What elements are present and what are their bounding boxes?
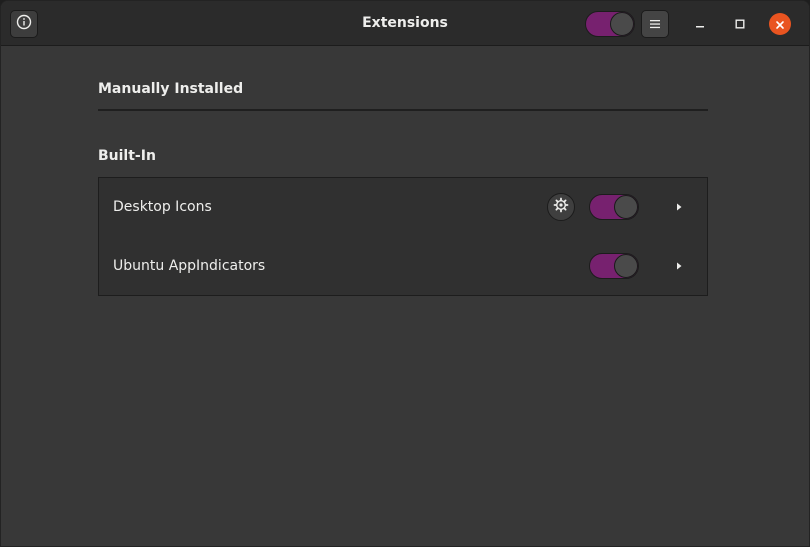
close-button[interactable] <box>769 13 791 35</box>
extension-row-desktop-icons[interactable]: Desktop Icons <box>99 178 707 237</box>
extension-row-ubuntu-appindicators[interactable]: Ubuntu AppIndicators <box>99 237 707 296</box>
switch-knob <box>614 195 638 219</box>
built-in-extensions-list: Desktop Icons Ubuntu AppIndicators <box>98 177 708 296</box>
section-title-manually-installed: Manually Installed <box>98 81 244 97</box>
extension-settings-button[interactable] <box>547 193 575 221</box>
extensions-window: Extensions Manually Installed Built-In D… <box>0 0 810 547</box>
menu-button[interactable] <box>641 10 669 38</box>
extension-expand-button[interactable] <box>671 257 687 273</box>
section-title-built-in: Built-In <box>98 148 156 164</box>
window-title: Extensions <box>362 15 448 31</box>
extension-name: Desktop Icons <box>113 199 212 215</box>
chevron-right-icon <box>674 197 684 216</box>
extension-expand-button[interactable] <box>671 198 687 214</box>
extension-enable-switch[interactable] <box>589 253 639 279</box>
section-divider <box>98 109 708 111</box>
headerbar: Extensions <box>1 1 809 46</box>
maximize-button[interactable] <box>730 14 750 34</box>
minimize-icon <box>694 15 706 34</box>
hamburger-menu-icon <box>649 15 661 34</box>
gear-icon <box>553 197 569 217</box>
extension-name: Ubuntu AppIndicators <box>113 258 266 274</box>
close-icon <box>775 15 785 34</box>
chevron-right-icon <box>674 256 684 275</box>
switch-knob <box>614 254 638 278</box>
switch-knob <box>610 12 634 36</box>
maximize-icon <box>734 15 746 34</box>
minimize-button[interactable] <box>690 14 710 34</box>
global-extensions-switch[interactable] <box>585 11 635 37</box>
extension-enable-switch[interactable] <box>589 194 639 220</box>
